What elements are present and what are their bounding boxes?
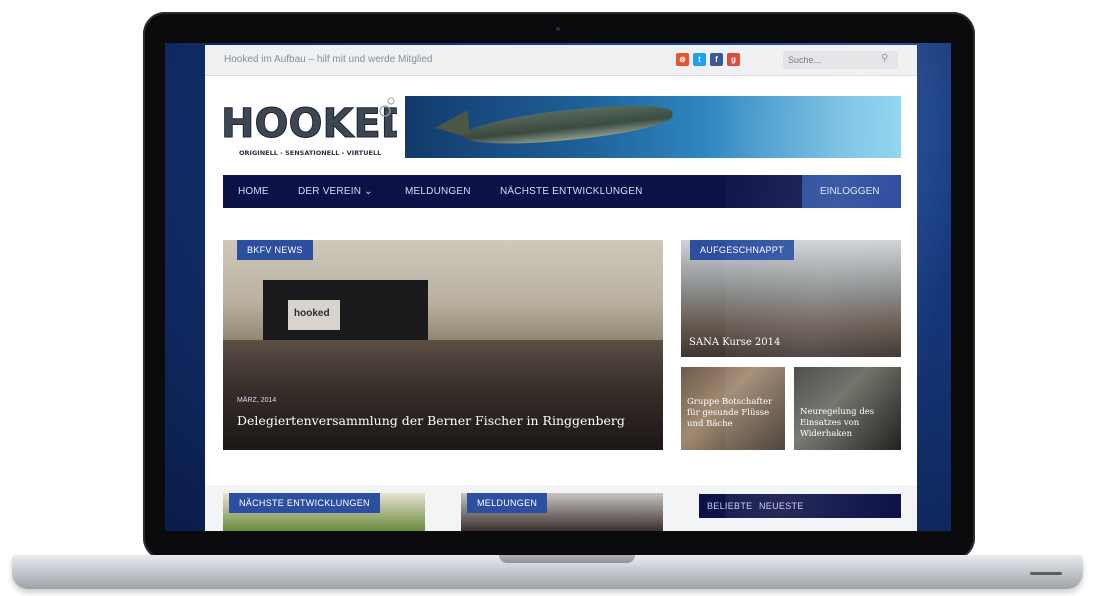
sidebar-tabs: BELIEBTE NEUESTE bbox=[699, 494, 901, 518]
laptop-notch bbox=[499, 555, 635, 563]
tab-neueste[interactable]: NEUESTE bbox=[759, 501, 804, 511]
nav-item-home[interactable]: HOME bbox=[238, 186, 269, 197]
chevron-down-icon: ⌄ bbox=[364, 186, 373, 197]
audience-crowd bbox=[223, 340, 663, 450]
login-button[interactable]: EINLOGGEN bbox=[802, 175, 901, 208]
pike-fish-graphic bbox=[462, 99, 674, 151]
google-plus-icon[interactable]: g bbox=[727, 53, 740, 66]
logo-tagline: ORIGINELL - SENSATIONELL - VIRTUELL bbox=[239, 149, 381, 157]
laptop-led bbox=[1030, 572, 1062, 575]
nav-item-label: DER VEREIN bbox=[298, 186, 362, 197]
latest-card[interactable]: MELDUNGEN bbox=[461, 493, 663, 531]
tab-beliebte[interactable]: BELIEBTE bbox=[707, 501, 752, 511]
stage-screen: hooked bbox=[288, 300, 340, 330]
category-badge[interactable]: MELDUNGEN bbox=[467, 493, 548, 513]
twitter-icon[interactable]: t bbox=[693, 53, 706, 66]
search-icon[interactable]: ⚲ bbox=[881, 53, 888, 64]
login-label: EINLOGGEN bbox=[820, 186, 880, 197]
facebook-icon[interactable]: f bbox=[710, 53, 723, 66]
nav-item-naechste-entwicklungen[interactable]: NÄCHSTE ENTWICKLUNGEN bbox=[500, 186, 643, 197]
featured-small-article[interactable]: Neuregelung des Einsatzes von Widerhaken bbox=[794, 367, 901, 450]
logo-wordmark: HOOKED bbox=[221, 101, 397, 147]
article-title[interactable]: Delegiertenversammlung der Berner Fische… bbox=[237, 413, 625, 428]
rss-icon[interactable]: ⊚ bbox=[676, 53, 689, 66]
laptop-base bbox=[12, 555, 1083, 589]
laptop-screen: Hooked im Aufbau – hilf mit und werde Mi… bbox=[165, 43, 951, 531]
webcam bbox=[556, 27, 560, 31]
article-title[interactable]: SANA Kurse 2014 bbox=[689, 337, 780, 348]
hooked-logo[interactable]: HOOKED ORIGINELL - SENSATIONELL - VIRTUE… bbox=[219, 93, 397, 161]
category-badge[interactable]: AUFGESCHNAPPT bbox=[690, 240, 794, 260]
featured-small-article[interactable]: Gruppe Botschafter für gesunde Flüsse un… bbox=[681, 367, 785, 450]
website-page: Hooked im Aufbau – hilf mit und werde Mi… bbox=[205, 45, 917, 531]
search-input[interactable] bbox=[788, 53, 873, 66]
nav-item-meldungen[interactable]: MELDUNGEN bbox=[405, 186, 471, 197]
header-banner bbox=[405, 96, 901, 158]
article-title[interactable]: Gruppe Botschafter für gesunde Flüsse un… bbox=[687, 397, 783, 430]
article-date: MÄRZ, 2014 bbox=[237, 397, 277, 404]
latest-card[interactable]: NÄCHSTE ENTWICKLUNGEN bbox=[223, 493, 425, 531]
stage-screen-text: hooked bbox=[294, 308, 330, 319]
category-badge[interactable]: BKFV NEWS bbox=[237, 240, 313, 260]
top-bar: Hooked im Aufbau – hilf mit und werde Mi… bbox=[205, 45, 917, 76]
category-badge[interactable]: NÄCHSTE ENTWICKLUNGEN bbox=[229, 493, 380, 513]
featured-side-article[interactable]: AUFGESCHNAPPT SANA Kurse 2014 bbox=[681, 240, 901, 357]
main-navigation: HOME DER VEREIN ⌄ MELDUNGEN NÄCHSTE ENTW… bbox=[223, 175, 901, 208]
search-box: ⚲ bbox=[783, 51, 898, 69]
site-tagline: Hooked im Aufbau – hilf mit und werde Mi… bbox=[224, 54, 433, 65]
featured-main-article[interactable]: hooked BKFV NEWS MÄRZ, 2014 Delegiertenv… bbox=[223, 240, 663, 450]
nav-item-der-verein[interactable]: DER VEREIN ⌄ bbox=[298, 186, 373, 197]
article-title[interactable]: Neuregelung des Einsatzes von Widerhaken bbox=[800, 407, 896, 440]
